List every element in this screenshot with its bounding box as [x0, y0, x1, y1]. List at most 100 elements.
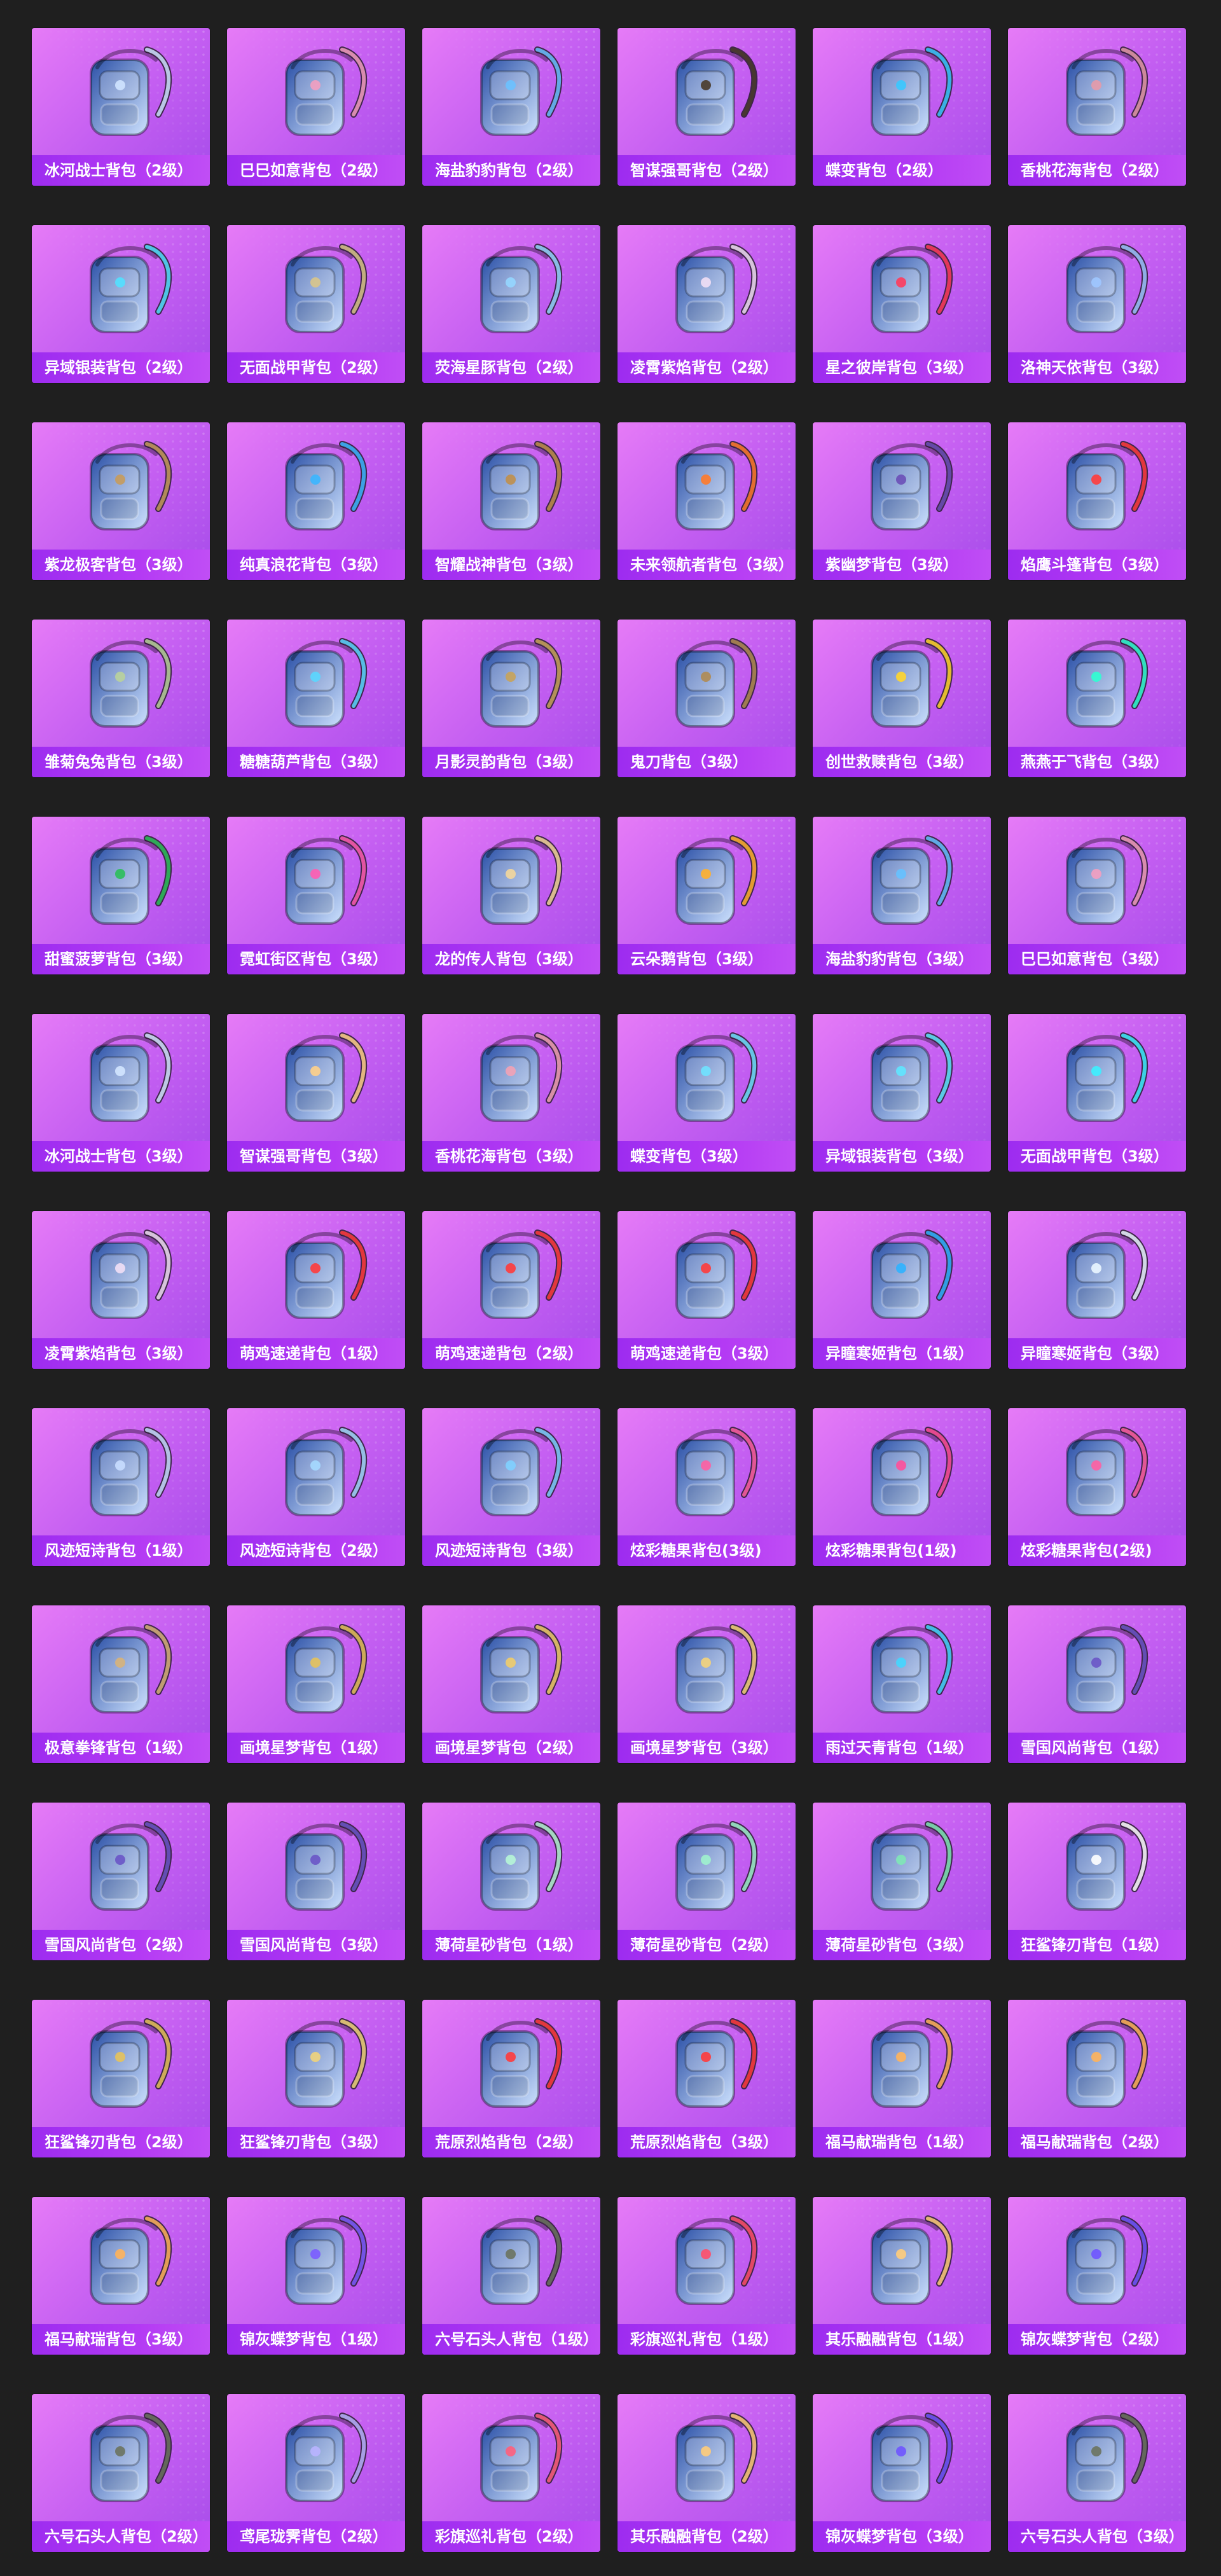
backpack-card[interactable]: 六号石头人背包（1级） [422, 2197, 600, 2355]
backpack-card[interactable]: 狂鲨锋刃背包（2级） [32, 2000, 210, 2157]
backpack-card[interactable]: 画境星梦背包（3级） [617, 1605, 796, 1763]
backpack-card[interactable]: 风迹短诗背包（3级） [422, 1408, 600, 1566]
backpack-card[interactable]: 异域银装背包（3级） [813, 1014, 991, 1172]
backpack-card[interactable]: 紫幽梦背包（3级） [813, 422, 991, 580]
backpack-name: 荒原烈焰背包（2级） [422, 2127, 600, 2157]
backpack-card[interactable]: 鸢尾珑霁背包（2级） [227, 2394, 405, 2552]
backpack-card[interactable]: 薄荷星砂背包（1级） [422, 1803, 600, 1960]
backpack-card[interactable]: 风迹短诗背包（1级） [32, 1408, 210, 1566]
backpack-card[interactable]: 薄荷星砂背包（2级） [617, 1803, 796, 1960]
backpack-card[interactable]: 异瞳寒姬背包（3级） [1008, 1211, 1186, 1369]
backpack-card[interactable]: 异瞳寒姬背包（1级） [813, 1211, 991, 1369]
backpack-icon [256, 433, 376, 542]
backpack-card[interactable]: 狂鲨锋刃背包（3级） [227, 2000, 405, 2157]
backpack-card[interactable]: 极意拳锋背包（1级） [32, 1605, 210, 1763]
backpack-card[interactable]: 雪国风尚背包（2级） [32, 1803, 210, 1960]
backpack-card[interactable]: 风迹短诗背包（2级） [227, 1408, 405, 1566]
backpack-card[interactable]: 萌鸡速递背包（2级） [422, 1211, 600, 1369]
backpack-card[interactable]: 焰鹰斗篷背包（3级） [1008, 422, 1186, 580]
backpack-card[interactable]: 霓虹街区背包（3级） [227, 817, 405, 974]
backpack-card[interactable]: 海盐豹豹背包（3级） [813, 817, 991, 974]
backpack-card[interactable]: 鬼刀背包（3级） [617, 620, 796, 777]
backpack-icon [256, 1024, 376, 1133]
backpack-card[interactable]: 福马献瑞背包（2级） [1008, 2000, 1186, 2157]
backpack-card[interactable]: 凌霄紫焰背包（2级） [617, 225, 796, 383]
backpack-card[interactable]: 雪国风尚背包（3级） [227, 1803, 405, 1960]
backpack-card[interactable]: 六号石头人背包（2级） [32, 2394, 210, 2552]
backpack-card[interactable]: 蝶变背包（3级） [617, 1014, 796, 1172]
backpack-card[interactable]: 荒原烈焰背包（3级） [617, 2000, 796, 2157]
backpack-card[interactable]: 香桃花海背包（3级） [422, 1014, 600, 1172]
backpack-name: 雨过天青背包（1级） [813, 1733, 991, 1763]
backpack-card[interactable]: 龙的传人背包（3级） [422, 817, 600, 974]
backpack-card[interactable]: 炫彩糖果背包(3级) [617, 1408, 796, 1566]
backpack-card[interactable]: 香桃花海背包（2级） [1008, 28, 1186, 186]
backpack-card[interactable]: 智谋强哥背包（2级） [617, 28, 796, 186]
backpack-card[interactable]: 其乐融融背包（2级） [617, 2394, 796, 2552]
backpack-name: 锦灰蝶梦背包（1级） [227, 2324, 405, 2355]
backpack-card[interactable]: 无面战甲背包（3级） [1008, 1014, 1186, 1172]
backpack-card[interactable]: 彩旗巡礼背包（1级） [617, 2197, 796, 2355]
backpack-icon [1037, 827, 1157, 936]
backpack-icon [451, 38, 572, 148]
backpack-card[interactable]: 画境星梦背包（2级） [422, 1605, 600, 1763]
backpack-card[interactable]: 锦灰蝶梦背包（1级） [227, 2197, 405, 2355]
backpack-card[interactable]: 薄荷星砂背包（3级） [813, 1803, 991, 1960]
backpack-icon [1037, 630, 1157, 739]
backpack-icon [1037, 2207, 1157, 2316]
backpack-card[interactable]: 蝶变背包（2级） [813, 28, 991, 186]
backpack-card[interactable]: 纯真浪花背包（3级） [227, 422, 405, 580]
backpack-card[interactable]: 无面战甲背包（2级） [227, 225, 405, 383]
backpack-card[interactable]: 萌鸡速递背包（3级） [617, 1211, 796, 1369]
backpack-card[interactable]: 凌霄紫焰背包（3级） [32, 1211, 210, 1369]
backpack-card[interactable]: 智谋强哥背包（3级） [227, 1014, 405, 1172]
backpack-card[interactable]: 炫彩糖果背包(2级) [1008, 1408, 1186, 1566]
backpack-card[interactable]: 洛神天依背包（3级） [1008, 225, 1186, 383]
backpack-card[interactable]: 荧海星豚背包（2级） [422, 225, 600, 383]
backpack-icon [256, 235, 376, 345]
backpack-card[interactable]: 冰河战士背包（3级） [32, 1014, 210, 1172]
backpack-name: 蝶变背包（3级） [617, 1141, 796, 1172]
backpack-card[interactable]: 未来领航者背包（3级） [617, 422, 796, 580]
backpack-card[interactable]: 云朵鹅背包（3级） [617, 817, 796, 974]
backpack-card[interactable]: 巳巳如意背包（2级） [227, 28, 405, 186]
backpack-card[interactable]: 海盐豹豹背包（2级） [422, 28, 600, 186]
backpack-card[interactable]: 巳巳如意背包（3级） [1008, 817, 1186, 974]
backpack-card[interactable]: 雨过天青背包（1级） [813, 1605, 991, 1763]
backpack-icon [841, 2404, 962, 2514]
backpack-card[interactable]: 燕燕于飞背包（3级） [1008, 620, 1186, 777]
backpack-card[interactable]: 星之彼岸背包（3级） [813, 225, 991, 383]
backpack-card[interactable]: 福马献瑞背包（1级） [813, 2000, 991, 2157]
backpack-card[interactable]: 画境星梦背包（1级） [227, 1605, 405, 1763]
backpack-card[interactable]: 雪国风尚背包（1级） [1008, 1605, 1186, 1763]
backpack-icon [60, 433, 181, 542]
backpack-icon [60, 1418, 181, 1528]
backpack-card[interactable]: 月影灵韵背包（3级） [422, 620, 600, 777]
backpack-card[interactable]: 彩旗巡礼背包（2级） [422, 2394, 600, 2552]
backpack-card[interactable]: 紫龙极客背包（3级） [32, 422, 210, 580]
backpack-name: 雏菊兔兔背包（3级） [32, 747, 210, 777]
backpack-icon [841, 1221, 962, 1331]
backpack-name: 凌霄紫焰背包（3级） [32, 1338, 210, 1369]
backpack-card[interactable]: 冰河战士背包（2级） [32, 28, 210, 186]
backpack-card[interactable]: 福马献瑞背包（3级） [32, 2197, 210, 2355]
backpack-icon [1037, 2404, 1157, 2514]
backpack-name: 其乐融融背包（2级） [617, 2521, 796, 2552]
backpack-card[interactable]: 雏菊兔兔背包（3级） [32, 620, 210, 777]
backpack-name: 福马献瑞背包（1级） [813, 2127, 991, 2157]
backpack-card[interactable]: 炫彩糖果背包(1级) [813, 1408, 991, 1566]
backpack-card[interactable]: 荒原烈焰背包（2级） [422, 2000, 600, 2157]
backpack-card[interactable]: 狂鲨锋刃背包（1级） [1008, 1803, 1186, 1960]
backpack-name: 风迹短诗背包（1级） [32, 1535, 210, 1566]
backpack-name: 萌鸡速递背包（1级） [227, 1338, 405, 1369]
backpack-card[interactable]: 其乐融融背包（1级） [813, 2197, 991, 2355]
backpack-card[interactable]: 创世救赎背包（3级） [813, 620, 991, 777]
backpack-card[interactable]: 萌鸡速递背包（1级） [227, 1211, 405, 1369]
backpack-card[interactable]: 糖糖葫芦背包（3级） [227, 620, 405, 777]
backpack-card[interactable]: 异域银装背包（2级） [32, 225, 210, 383]
backpack-card[interactable]: 六号石头人背包（3级） [1008, 2394, 1186, 2552]
backpack-card[interactable]: 甜蜜菠萝背包（3级） [32, 817, 210, 974]
backpack-card[interactable]: 锦灰蝶梦背包（3级） [813, 2394, 991, 2552]
backpack-card[interactable]: 智耀战神背包（3级） [422, 422, 600, 580]
backpack-card[interactable]: 锦灰蝶梦背包（2级） [1008, 2197, 1186, 2355]
